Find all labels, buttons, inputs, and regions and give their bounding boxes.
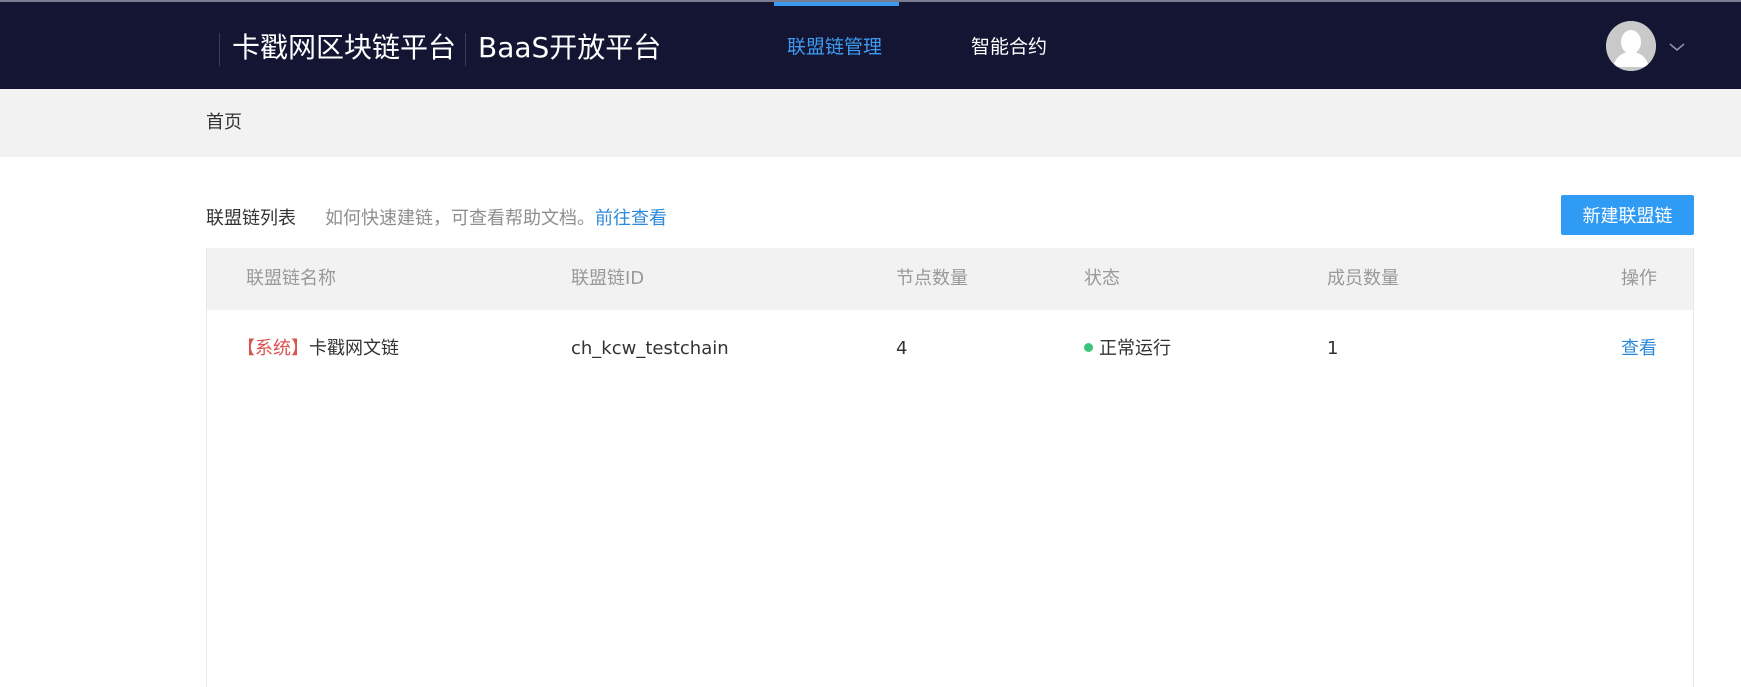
breadcrumb: 首页	[0, 89, 1741, 157]
help-doc-link[interactable]: 前往查看	[595, 208, 667, 229]
nav-alliance-chain-management[interactable]: 联盟链管理	[787, 2, 882, 89]
table-header: 联盟链名称 联盟链ID 节点数量 状态 成员数量 操作	[207, 248, 1693, 310]
table-row: 【系统】卡戳网文链 ch_kcw_testchain 4 正常运行 1 查看	[207, 310, 1693, 388]
node-count: 4	[896, 338, 908, 359]
status-dot-icon	[1084, 342, 1093, 352]
breadcrumb-home[interactable]: 首页	[206, 89, 242, 157]
help-hint-text: 如何快速建链，可查看帮助文档。	[325, 208, 595, 229]
chain-id: ch_kcw_testchain	[571, 338, 729, 359]
chevron-down-icon[interactable]	[1667, 37, 1687, 57]
help-hint: 如何快速建链，可查看帮助文档。前往查看	[325, 204, 667, 230]
column-header-node-count: 节点数量	[896, 268, 968, 289]
list-title: 联盟链列表	[206, 208, 296, 229]
chain-name: 卡戳网文链	[309, 338, 399, 359]
top-navigation-bar: 卡戳网区块链平台 BaaS开放平台 联盟链管理 智能合约	[0, 0, 1741, 89]
nav-smart-contracts[interactable]: 智能合约	[971, 2, 1047, 89]
column-header-actions: 操作	[1621, 268, 1657, 289]
view-button[interactable]: 查看	[1621, 310, 1657, 388]
member-count: 1	[1327, 338, 1339, 359]
system-tag: 【系统】	[237, 338, 309, 359]
user-silhouette-icon	[1606, 21, 1656, 71]
status-cell: 正常运行	[1084, 310, 1171, 388]
user-avatar[interactable]	[1606, 21, 1656, 71]
brand-name[interactable]: 卡戳网区块链平台	[232, 2, 456, 89]
column-header-member-count: 成员数量	[1327, 268, 1399, 289]
alliance-chain-table: 联盟链名称 联盟链ID 节点数量 状态 成员数量 操作 【系统】卡戳网文链 ch…	[206, 248, 1694, 687]
column-header-chain-name: 联盟链名称	[246, 268, 336, 289]
product-name: BaaS开放平台	[478, 30, 662, 64]
brand-divider	[465, 33, 466, 66]
column-header-chain-id: 联盟链ID	[571, 268, 645, 289]
chain-name-cell: 【系统】卡戳网文链	[237, 310, 399, 388]
brand-divider-left	[219, 33, 220, 66]
new-alliance-chain-button[interactable]: 新建联盟链	[1561, 195, 1694, 235]
status-text: 正常运行	[1099, 338, 1171, 359]
column-header-status: 状态	[1084, 268, 1120, 289]
